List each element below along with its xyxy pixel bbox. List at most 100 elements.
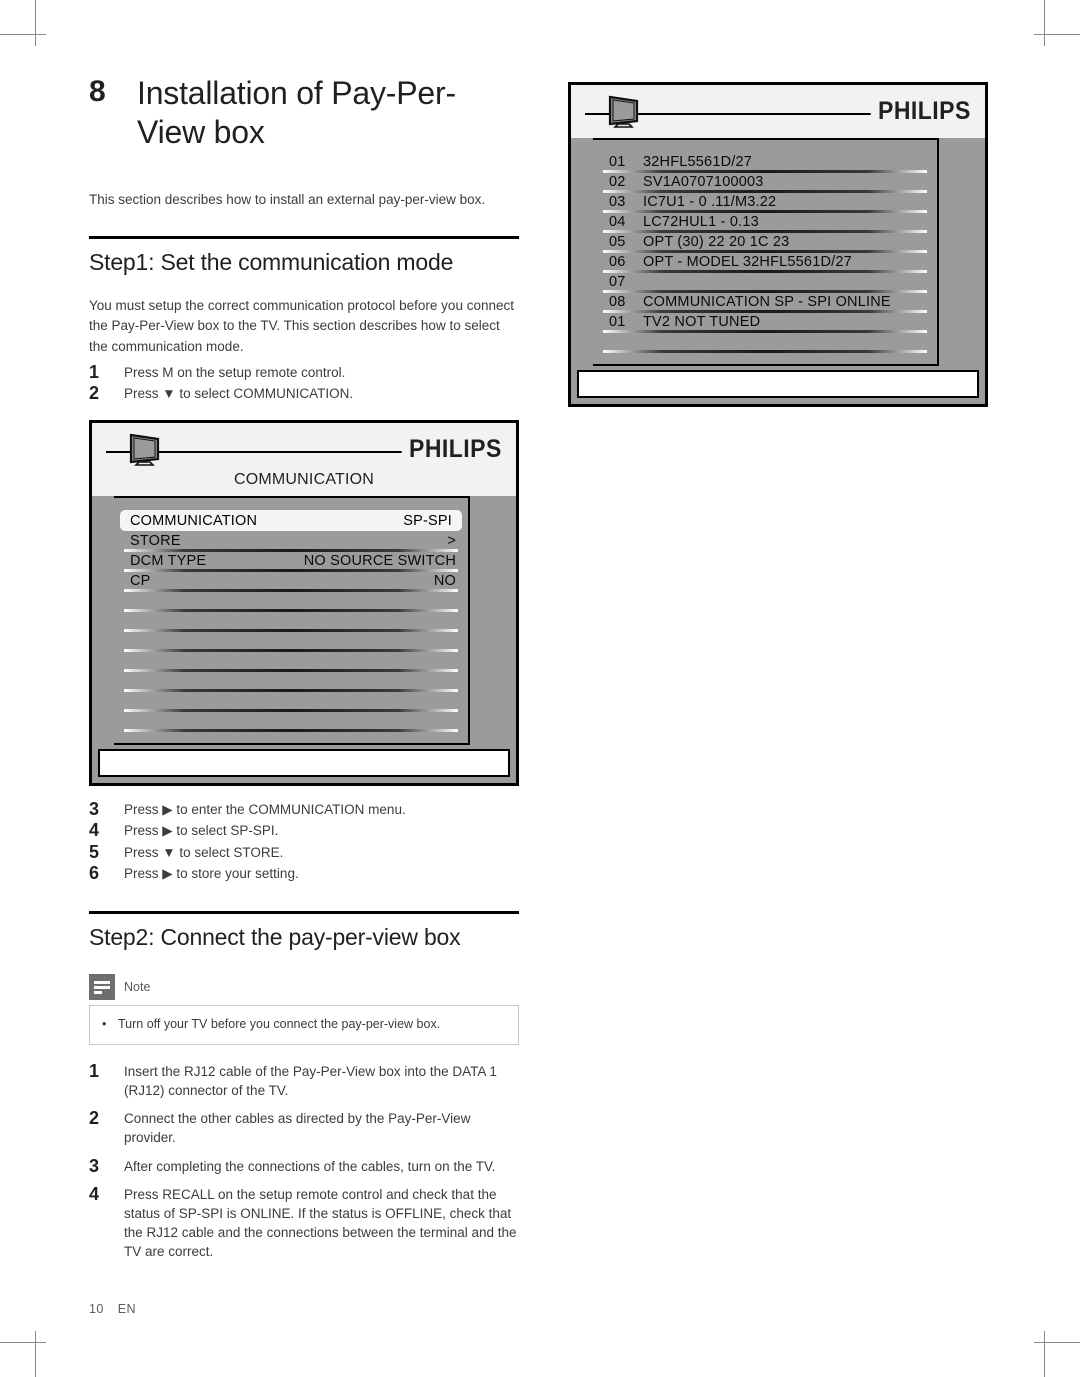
osd-row-number: 08 [609, 294, 626, 310]
step2-list: 1 Insert the RJ12 cable of the Pay-Per-V… [89, 1062, 519, 1261]
list-item: 4 Press RECALL on the setup remote contr… [89, 1184, 519, 1262]
osd-empty-row [114, 671, 468, 693]
philips-logo: PHILIPS [401, 434, 502, 464]
step-number: 6 [89, 862, 100, 883]
list-item: 5 Press ▼ to select STORE. [89, 841, 519, 862]
osd-row-text: 32HFL5561D/27 [643, 154, 753, 170]
section-rule-step1 [89, 235, 519, 239]
step-number: 1 [89, 361, 100, 382]
osd-row-label: CP [130, 573, 151, 590]
list-item: 4 Press ▶ to select SP-SPI. [89, 821, 519, 840]
list-item: 2 Press ▼ to select COMMUNICATION. [89, 384, 519, 403]
osd-status-row: 04 LC72HUL1 - 0.13 [593, 212, 937, 233]
osd-row-separator [603, 350, 927, 353]
chapter-number: 8 [89, 75, 106, 108]
right-column: PHILIPS 01 32HFL5561D/27 02 SV1A07071000… [568, 82, 988, 407]
osd-row-number: 01 [609, 314, 626, 330]
osd-row-number: 05 [609, 234, 626, 250]
chapter-title: 8 Installation of Pay-Per-View box [89, 74, 519, 152]
osd-row-label: STORE [130, 533, 181, 550]
step1-paragraph: You must setup the correct communication… [89, 298, 514, 354]
osd-row-number: 01 [609, 154, 626, 170]
osd-body: 01 32HFL5561D/27 02 SV1A0707100003 03 IC… [571, 138, 985, 366]
osd-row-number: 04 [609, 214, 626, 230]
osd-header-top: PHILIPS [106, 429, 502, 469]
step2-heading: Step2: Connect the pay-per-view box [89, 923, 461, 950]
crop-mark-top-left-vertical [35, 0, 36, 46]
osd-row-value: SP-SPI [403, 512, 452, 529]
osd-row-text: IC7U1 - 0 .11/M3.22 [643, 194, 777, 210]
note-tab: Note [89, 973, 151, 1000]
section-rule-step2 [89, 910, 519, 914]
osd-empty-row [114, 631, 468, 653]
crop-mark-bottom-left-vertical [35, 1331, 36, 1377]
osd-row-cp[interactable]: CP NO [114, 571, 468, 593]
step-number: 2 [89, 1108, 100, 1129]
step-text: Insert the RJ12 cable of the Pay-Per-Vie… [124, 1064, 497, 1099]
step-text: Press ▼ to select COMMUNICATION. [124, 386, 354, 402]
osd-status-row: 05 OPT (30) 22 20 1C 23 [593, 232, 937, 253]
page: 8 Installation of Pay-Per-View box This … [0, 0, 1080, 1377]
osd-bottom-pad [114, 731, 468, 743]
list-item: 3 Press ▶ to enter the COMMUNICATION men… [89, 800, 519, 819]
tv-icon [122, 432, 164, 467]
step-text: Press RECALL on the setup remote control… [124, 1186, 517, 1260]
osd-top-pad [593, 140, 937, 152]
step-number: 2 [89, 383, 100, 404]
chapter-intro: This section describes how to install an… [89, 192, 486, 208]
osd-status-row: 01 32HFL5561D/27 [593, 152, 937, 173]
step-text: Press ▼ to select STORE. [124, 844, 284, 860]
osd-row-store[interactable]: STORE > [114, 531, 468, 553]
note-bullet-text: Turn off your TV before you connect the … [118, 1016, 441, 1031]
osd-row-label: DCM TYPE [130, 553, 207, 570]
crop-mark-top-right-horizontal [1034, 34, 1080, 35]
osd-row-text: TV2 NOT TUNED [643, 314, 761, 330]
osd-header: PHILIPS [571, 85, 985, 138]
osd-row-label: COMMUNICATION [130, 512, 258, 529]
osd-header-top: PHILIPS [585, 91, 971, 131]
step-text: Press ▶ to select SP-SPI. [124, 823, 279, 839]
osd-empty-row [114, 691, 468, 713]
crop-mark-top-right-vertical [1044, 0, 1045, 46]
osd-footer-bar [577, 370, 979, 398]
osd-right-margin [470, 496, 516, 746]
step-text: Press M on the setup remote control. [124, 364, 346, 380]
osd-status-row: 01 TV2 NOT TUNED [593, 312, 937, 333]
step-text: After completing the connections of the … [124, 1158, 496, 1174]
osd-bottom-pad [593, 352, 937, 364]
philips-logo: PHILIPS [870, 96, 971, 126]
osd-list-panel: 01 32HFL5561D/27 02 SV1A0707100003 03 IC… [593, 138, 939, 366]
note-box: Note • Turn off your TV before you conne… [89, 973, 519, 1045]
osd-status-row: 06 OPT - MODEL 32HFL5561D/27 [593, 252, 937, 273]
page-footer: 10 EN [89, 1302, 136, 1316]
osd-row-text: OPT - MODEL 32HFL5561D/27 [643, 254, 852, 270]
page-language: EN [117, 1302, 136, 1316]
osd-row-number: 02 [609, 174, 626, 190]
osd-status-row: 03 IC7U1 - 0 .11/M3.22 [593, 192, 937, 213]
osd-row-number: 07 [609, 274, 626, 290]
list-item: 1 Insert the RJ12 cable of the Pay-Per-V… [89, 1062, 519, 1100]
step-number: 4 [89, 820, 100, 841]
osd-row-number: 06 [609, 254, 626, 270]
osd-row-text: LC72HUL1 - 0.13 [643, 214, 759, 230]
osd-row-value: NO SOURCE SWITCH [303, 553, 456, 570]
osd-body: COMMUNICATION SP-SPI STORE > DCM TYPE NO… [92, 496, 516, 746]
step-text: Press ▶ to enter the COMMUNICATION menu. [124, 802, 406, 818]
osd-row-value: NO [433, 573, 456, 590]
osd-row-dcm-type[interactable]: DCM TYPE NO SOURCE SWITCH [114, 551, 468, 573]
list-item: 3 After completing the connections of th… [89, 1156, 519, 1176]
osd-status-row: 08 COMMUNICATION SP - SPI ONLINE [593, 292, 937, 313]
osd-top-pad [114, 498, 468, 510]
note-icon [89, 973, 115, 1000]
note-label: Note [124, 979, 151, 994]
page-number: 10 [89, 1302, 104, 1316]
osd-title: COMMUNICATION [233, 471, 375, 489]
osd-recall-screen: PHILIPS 01 32HFL5561D/27 02 SV1A07071000… [568, 82, 988, 407]
step-text: Connect the other cables as directed by … [124, 1111, 471, 1146]
osd-row-communication[interactable]: COMMUNICATION SP-SPI [120, 510, 462, 532]
osd-empty-row [114, 711, 468, 733]
osd-row-number: 03 [609, 194, 626, 210]
step-number: 5 [89, 841, 100, 862]
osd-empty-row [114, 651, 468, 673]
note-body: • Turn off your TV before you connect th… [89, 1004, 519, 1045]
